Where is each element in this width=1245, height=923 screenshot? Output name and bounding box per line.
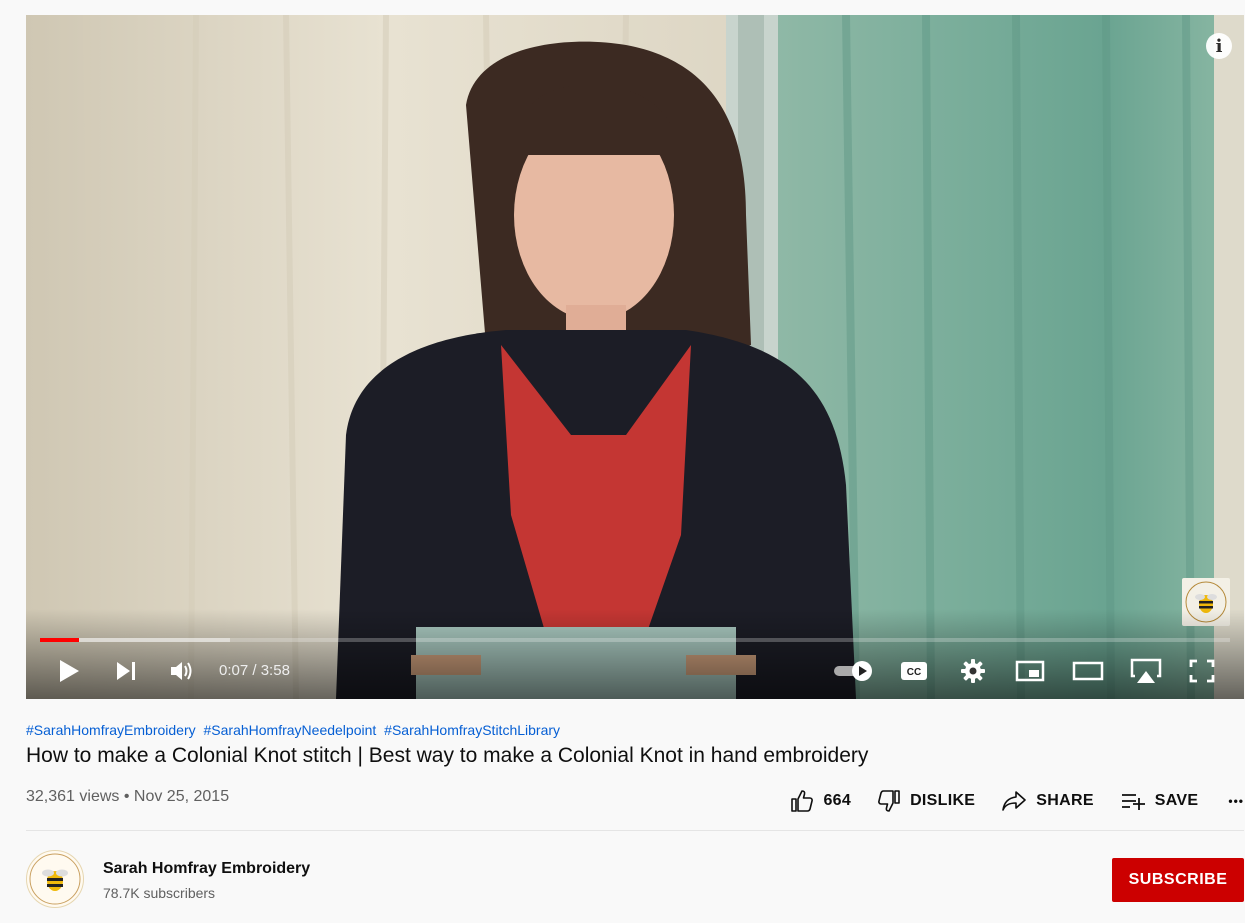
fullscreen-button[interactable] xyxy=(1180,649,1224,693)
video-frame xyxy=(26,15,1244,699)
bee-logo-icon xyxy=(29,853,81,905)
progress-played xyxy=(40,638,80,642)
subscriber-count: 78.7K subscribers xyxy=(103,885,216,901)
next-icon xyxy=(117,662,135,680)
autoplay-toggle-icon xyxy=(834,661,872,681)
share-icon xyxy=(1002,791,1027,811)
volume-icon xyxy=(171,662,192,680)
like-count: 664 xyxy=(823,792,852,809)
divider xyxy=(26,830,1244,831)
settings-icon xyxy=(961,659,985,683)
video-meta: 32,361 views • Nov 25, 2015 xyxy=(26,788,229,806)
upload-date: Nov 25, 2015 xyxy=(133,788,230,805)
current-time: 0:07 xyxy=(219,662,249,679)
dislike-button[interactable]: DISLIKE xyxy=(877,789,975,813)
save-button[interactable]: SAVE xyxy=(1120,789,1199,813)
time-display: 0:07 / 3:58 xyxy=(219,662,290,679)
video-title: How to make a Colonial Knot stitch | Bes… xyxy=(26,744,869,767)
share-label: SHARE xyxy=(1036,792,1094,809)
more-actions-button[interactable]: ••• xyxy=(1228,794,1244,808)
theater-icon xyxy=(1072,661,1104,681)
progress-bar[interactable] xyxy=(40,638,1230,642)
theater-mode-button[interactable] xyxy=(1066,649,1110,693)
autoplay-toggle[interactable] xyxy=(830,649,876,693)
hashtag-link[interactable]: #SarahHomfrayNeedelpoint xyxy=(204,722,377,738)
video-info: #SarahHomfrayEmbroidery #SarahHomfrayNee… xyxy=(26,722,1244,812)
video-player[interactable]: i 0:07 / 3:58 CC xyxy=(26,15,1244,699)
info-icon[interactable]: i xyxy=(1206,33,1232,59)
settings-button[interactable] xyxy=(951,649,995,693)
more-icon: ••• xyxy=(1228,794,1244,808)
share-button[interactable]: SHARE xyxy=(1001,789,1094,813)
hashtag-link[interactable]: #SarahHomfrayEmbroidery xyxy=(26,722,196,738)
next-button[interactable] xyxy=(106,649,146,693)
captions-icon: CC xyxy=(901,662,927,680)
volume-button[interactable] xyxy=(162,649,202,693)
duration: 3:58 xyxy=(260,662,290,679)
dislike-label: DISLIKE xyxy=(910,792,976,809)
channel-name[interactable]: Sarah Homfray Embroidery xyxy=(103,860,310,878)
hashtag-link[interactable]: #SarahHomfrayStitchLibrary xyxy=(384,722,560,738)
play-icon xyxy=(60,660,79,682)
airplay-button[interactable] xyxy=(1124,649,1168,693)
like-button[interactable]: 664 xyxy=(790,789,851,813)
fullscreen-icon xyxy=(1189,659,1215,683)
save-icon xyxy=(1121,794,1145,810)
miniplayer-button[interactable] xyxy=(1008,649,1052,693)
dislike-icon xyxy=(878,790,900,812)
save-label: SAVE xyxy=(1154,792,1199,809)
captions-button[interactable]: CC xyxy=(892,649,936,693)
hashtags: #SarahHomfrayEmbroidery #SarahHomfrayNee… xyxy=(26,722,1244,742)
avatar[interactable] xyxy=(26,850,84,908)
play-button[interactable] xyxy=(48,649,90,693)
subscribe-button[interactable]: SUBSCRIBE xyxy=(1112,858,1244,902)
svg-text:CC: CC xyxy=(907,667,921,678)
miniplayer-icon xyxy=(1015,660,1045,682)
time-separator: / xyxy=(252,662,257,679)
airplay-icon xyxy=(1130,658,1162,683)
view-count: 32,361 views xyxy=(26,788,120,805)
meta-separator: • xyxy=(123,788,130,805)
player-controls: 0:07 / 3:58 CC xyxy=(26,649,1244,693)
action-bar: 664 DISLIKE SHARE SAVE ••• xyxy=(764,788,1244,814)
like-icon xyxy=(791,790,814,812)
